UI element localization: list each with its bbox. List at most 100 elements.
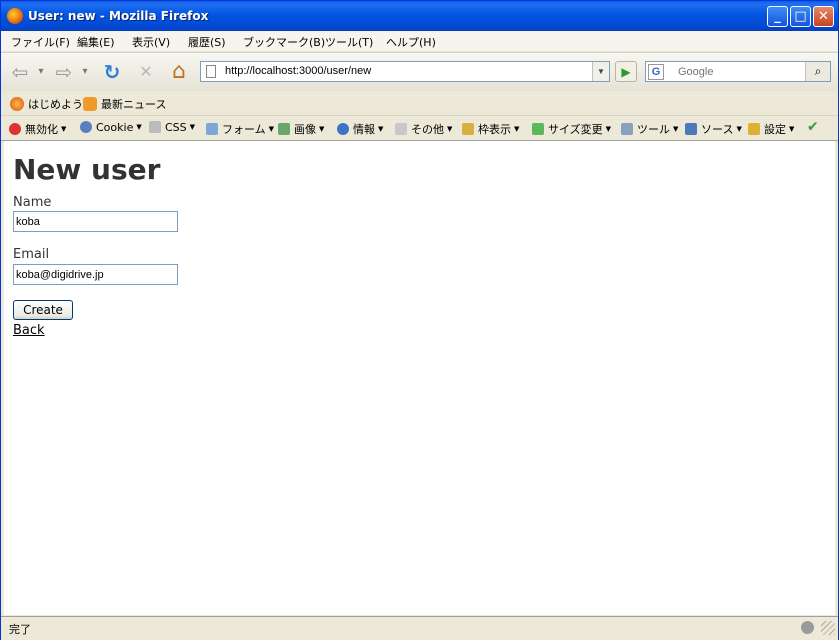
name-field[interactable] <box>13 211 178 232</box>
page-title: New user <box>13 153 161 186</box>
outline-pencil-icon <box>462 123 474 135</box>
wrench-icon <box>621 123 633 135</box>
chevron-down-icon: ▼ <box>61 125 67 133</box>
webdev-cookie-menu[interactable]: Cookie ▼ <box>80 121 142 134</box>
menu-bookmarks[interactable]: ブックマーク(B) <box>243 34 325 50</box>
misc-icon <box>395 123 407 135</box>
webdev-label: 無効化 <box>25 123 58 136</box>
stop-button[interactable]: ✕ <box>133 59 159 85</box>
minimize-button[interactable]: _ <box>767 6 788 27</box>
webdev-forms-menu[interactable]: フォーム ▼ <box>206 121 274 137</box>
maximize-button[interactable]: □ <box>790 6 811 27</box>
webdev-label: 情報 <box>353 123 375 136</box>
firefox-icon <box>7 8 23 24</box>
forward-button[interactable]: ⇨ <box>51 59 77 85</box>
menu-file[interactable]: ファイル(F) <box>11 34 70 50</box>
resize-icon <box>532 123 544 135</box>
webdev-information-menu[interactable]: 情報 ▼ <box>337 121 383 137</box>
disable-icon <box>9 123 21 135</box>
image-icon <box>278 123 290 135</box>
webdev-label: 画像 <box>294 123 316 136</box>
menu-view[interactable]: 表示(V) <box>132 34 170 50</box>
search-button[interactable]: ⌕ <box>805 62 830 81</box>
page-content: New user Name Email Create Back <box>4 141 835 615</box>
search-bar[interactable]: G ⌕ <box>645 61 831 82</box>
firefox-icon <box>10 97 24 111</box>
menu-history[interactable]: 履歴(S) <box>188 34 226 50</box>
source-icon <box>685 123 697 135</box>
bookmark-label: 最新ニュース <box>101 98 167 111</box>
back-history-dropdown[interactable]: ▾ <box>35 59 47 85</box>
webdev-outline-menu[interactable]: 枠表示 ▼ <box>462 121 519 137</box>
menu-bar: ファイル(F) 編集(E) 表示(V) 履歴(S) ブックマーク(B) ツール(… <box>1 31 838 51</box>
name-label: Name <box>13 195 52 210</box>
webdev-source-menu[interactable]: ソース ▼ <box>685 121 742 137</box>
page-icon <box>206 65 216 78</box>
menu-help[interactable]: ヘルプ(H) <box>386 34 436 50</box>
chevron-down-icon: ▼ <box>268 125 275 133</box>
window-title: User: new - Mozilla Firefox <box>28 9 209 23</box>
chevron-down-icon: ▼ <box>736 125 742 133</box>
reload-button[interactable]: ↻ <box>99 59 125 85</box>
email-field[interactable] <box>13 264 178 285</box>
webdev-label: 枠表示 <box>478 123 511 136</box>
bookmark-getting-started[interactable]: はじめよう <box>10 96 83 112</box>
web-developer-toolbar: 無効化 ▼ Cookie ▼ CSS ▼ フォーム ▼ 画像 ▼ 情報 ▼ その他 ▼ 枠表示… <box>1 116 838 141</box>
info-icon <box>337 123 349 135</box>
chevron-down-icon: ▼ <box>447 125 453 133</box>
form-icon <box>206 123 218 135</box>
url-dropdown-button[interactable]: ▼ <box>592 62 609 81</box>
google-engine-icon[interactable]: G <box>648 64 664 80</box>
security-icon[interactable] <box>801 621 814 634</box>
url-text[interactable]: http://localhost:3000/user/new <box>225 65 371 77</box>
title-bar[interactable]: User: new - Mozilla Firefox _ □ ✕ <box>1 1 838 31</box>
rss-feed-icon <box>83 97 97 111</box>
webdev-disable-menu[interactable]: 無効化 ▼ <box>9 121 66 137</box>
forward-history-dropdown[interactable]: ▾ <box>79 59 91 85</box>
chevron-down-icon: ▼ <box>378 125 384 133</box>
status-bar: 完了 <box>1 616 838 640</box>
webdev-images-menu[interactable]: 画像 ▼ <box>278 121 324 137</box>
webdev-options-menu[interactable]: 設定 ▼ <box>748 121 794 137</box>
key-icon <box>748 123 760 135</box>
chevron-down-icon: ▼ <box>605 125 612 133</box>
navigation-toolbar: ⇦ ▾ ⇨ ▾ ↻ ✕ ⌂ http://localhost:3000/user… <box>1 52 838 91</box>
search-input[interactable] <box>678 63 804 80</box>
cookie-icon <box>80 121 92 133</box>
webdev-label: CSS <box>165 121 187 134</box>
webdev-label: 設定 <box>764 123 786 136</box>
create-button[interactable]: Create <box>13 300 73 320</box>
close-button[interactable]: ✕ <box>813 6 834 27</box>
webdev-label: ツール <box>637 123 670 136</box>
webdev-css-menu[interactable]: CSS ▼ <box>149 121 195 134</box>
go-button[interactable]: ▶ <box>615 61 637 82</box>
url-bar[interactable]: http://localhost:3000/user/new ▼ <box>200 61 610 82</box>
webdev-label: その他 <box>411 123 444 136</box>
menu-edit[interactable]: 編集(E) <box>77 34 115 50</box>
back-button[interactable]: ⇦ <box>7 59 33 85</box>
chevron-down-icon: ▼ <box>136 123 142 131</box>
webdev-label: サイズ変更 <box>548 123 603 136</box>
webdev-label: フォーム <box>222 123 266 136</box>
bookmark-label: はじめよう <box>28 98 83 111</box>
resize-grip[interactable] <box>821 621 835 635</box>
webdev-resize-menu[interactable]: サイズ変更 ▼ <box>532 121 611 137</box>
bookmark-latest-news[interactable]: 最新ニュース <box>83 96 166 112</box>
back-link[interactable]: Back <box>13 323 45 338</box>
webdev-label: ソース <box>701 123 734 136</box>
home-button[interactable]: ⌂ <box>166 59 192 85</box>
status-text: 完了 <box>9 623 31 636</box>
bookmarks-toolbar: はじめよう 最新ニュース <box>1 91 838 116</box>
chevron-down-icon: ▼ <box>514 125 520 133</box>
chevron-down-icon: ▼ <box>189 123 196 131</box>
chevron-down-icon: ▼ <box>319 125 325 133</box>
chevron-down-icon: ▼ <box>789 125 795 133</box>
webdev-label: Cookie <box>96 121 134 134</box>
menu-tools[interactable]: ツール(T) <box>325 34 373 50</box>
webdev-misc-menu[interactable]: その他 ▼ <box>395 121 452 137</box>
validation-check-icon[interactable]: ✔ <box>807 119 819 135</box>
css-icon <box>149 121 161 133</box>
email-label: Email <box>13 247 50 262</box>
browser-window: User: new - Mozilla Firefox _ □ ✕ ファイル(F… <box>0 0 839 640</box>
webdev-tools-menu[interactable]: ツール ▼ <box>621 121 678 137</box>
